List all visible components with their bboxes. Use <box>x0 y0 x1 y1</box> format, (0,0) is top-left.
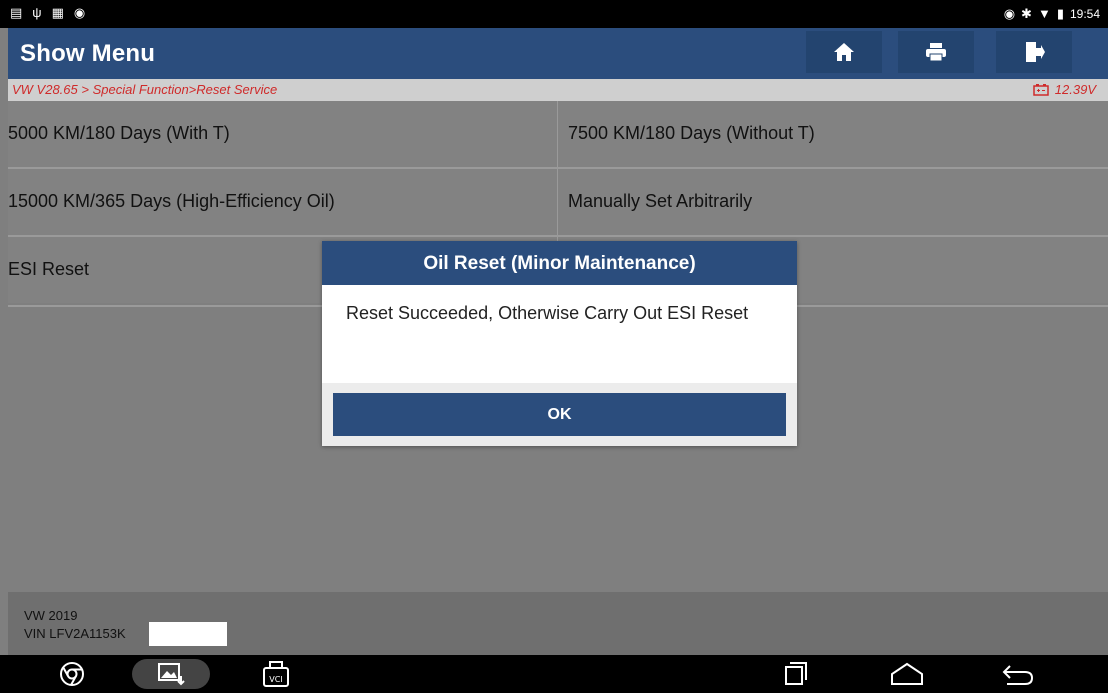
menu-item-label: ESI Reset <box>8 259 90 279</box>
vehicle-model-year: VW 2019 <box>24 608 78 623</box>
vehicle-vin: VIN LFV2A1153K <box>24 626 126 641</box>
vin-redaction <box>149 622 227 646</box>
debug-icon: ◉ <box>73 5 86 20</box>
sd-icon: ▦ <box>51 5 64 20</box>
exit-button[interactable] <box>996 31 1072 73</box>
print-icon <box>926 43 946 62</box>
print-button[interactable] <box>898 31 974 73</box>
dialog-title: Oil Reset (Minor Maintenance) <box>322 241 797 285</box>
recent-apps-button[interactable] <box>766 659 826 689</box>
home-nav-icon <box>891 662 923 685</box>
wifi-icon: ▼ <box>1037 6 1051 21</box>
voltage-value: 12.39V <box>1054 82 1096 97</box>
menu-item-7500km[interactable]: 7500 KM/180 Days (Without T) <box>558 101 1108 167</box>
location-icon: ◉ <box>1003 6 1016 21</box>
chrome-icon <box>60 662 84 686</box>
chrome-button[interactable] <box>42 659 102 689</box>
back-button[interactable] <box>988 659 1048 689</box>
status-bar: ▤ ψ ▦ ◉ ◉ ✱ ▼ ▮ 19:54 <box>0 0 1108 28</box>
recent-apps-icon <box>785 662 807 685</box>
page-title: Show Menu <box>20 40 156 67</box>
status-left: ▤ ψ ▦ ◉ <box>10 5 85 21</box>
bluetooth-icon: ✱ <box>1021 6 1032 21</box>
header-bar: Show Menu <box>8 28 1108 79</box>
menu-item-label: Manually Set Arbitrarily <box>568 191 753 211</box>
home-button[interactable] <box>806 31 882 73</box>
gallery-button[interactable] <box>132 659 210 689</box>
system-nav-bar: VCI <box>0 655 1108 693</box>
usb-icon: ψ <box>32 5 42 20</box>
status-right: ◉ ✱ ▼ ▮ 19:54 <box>1004 6 1100 22</box>
oil-reset-dialog: Oil Reset (Minor Maintenance) Reset Succ… <box>322 241 797 446</box>
screen-icon: ▤ <box>10 5 23 20</box>
exit-icon <box>1026 42 1045 62</box>
menu-item-15000km[interactable]: 15000 KM/365 Days (High-Efficiency Oil) <box>8 169 557 235</box>
menu-item-label: 5000 KM/180 Days (With T) <box>8 123 230 143</box>
battery-voltage-icon <box>1033 83 1049 96</box>
status-time: 19:54 <box>1069 7 1100 21</box>
menu-item-label: 7500 KM/180 Days (Without T) <box>568 123 815 143</box>
vci-icon: VCI <box>263 661 289 687</box>
menu-item-label: 15000 KM/365 Days (High-Efficiency Oil) <box>8 191 335 211</box>
menu-item-5000km[interactable]: 5000 KM/180 Days (With T) <box>8 101 557 167</box>
gallery-icon <box>158 663 185 686</box>
back-icon <box>1002 665 1034 685</box>
breadcrumb-path: VW V28.65 > Special Function>Reset Servi… <box>12 82 278 97</box>
home-icon <box>834 43 854 61</box>
breadcrumb: VW V28.65 > Special Function>Reset Servi… <box>8 79 1108 101</box>
menu-item-manual-set[interactable]: Manually Set Arbitrarily <box>558 169 1108 235</box>
screen: ▤ ψ ▦ ◉ ◉ ✱ ▼ ▮ 19:54 Show Menu VW V28.6… <box>0 0 1108 693</box>
home-nav-button[interactable] <box>877 659 937 689</box>
battery-icon: ▮ <box>1056 6 1064 21</box>
vci-button[interactable]: VCI <box>246 659 306 689</box>
vci-label: VCI <box>269 675 282 684</box>
vehicle-info: VW 2019 VIN LFV2A1153K <box>8 592 1108 655</box>
dialog-message: Reset Succeeded, Otherwise Carry Out ESI… <box>346 303 749 323</box>
ok-button[interactable]: OK <box>333 393 786 436</box>
dialog-body: Reset Succeeded, Otherwise Carry Out ESI… <box>322 285 797 383</box>
voltage-indicator: 12.39V <box>1033 82 1096 97</box>
